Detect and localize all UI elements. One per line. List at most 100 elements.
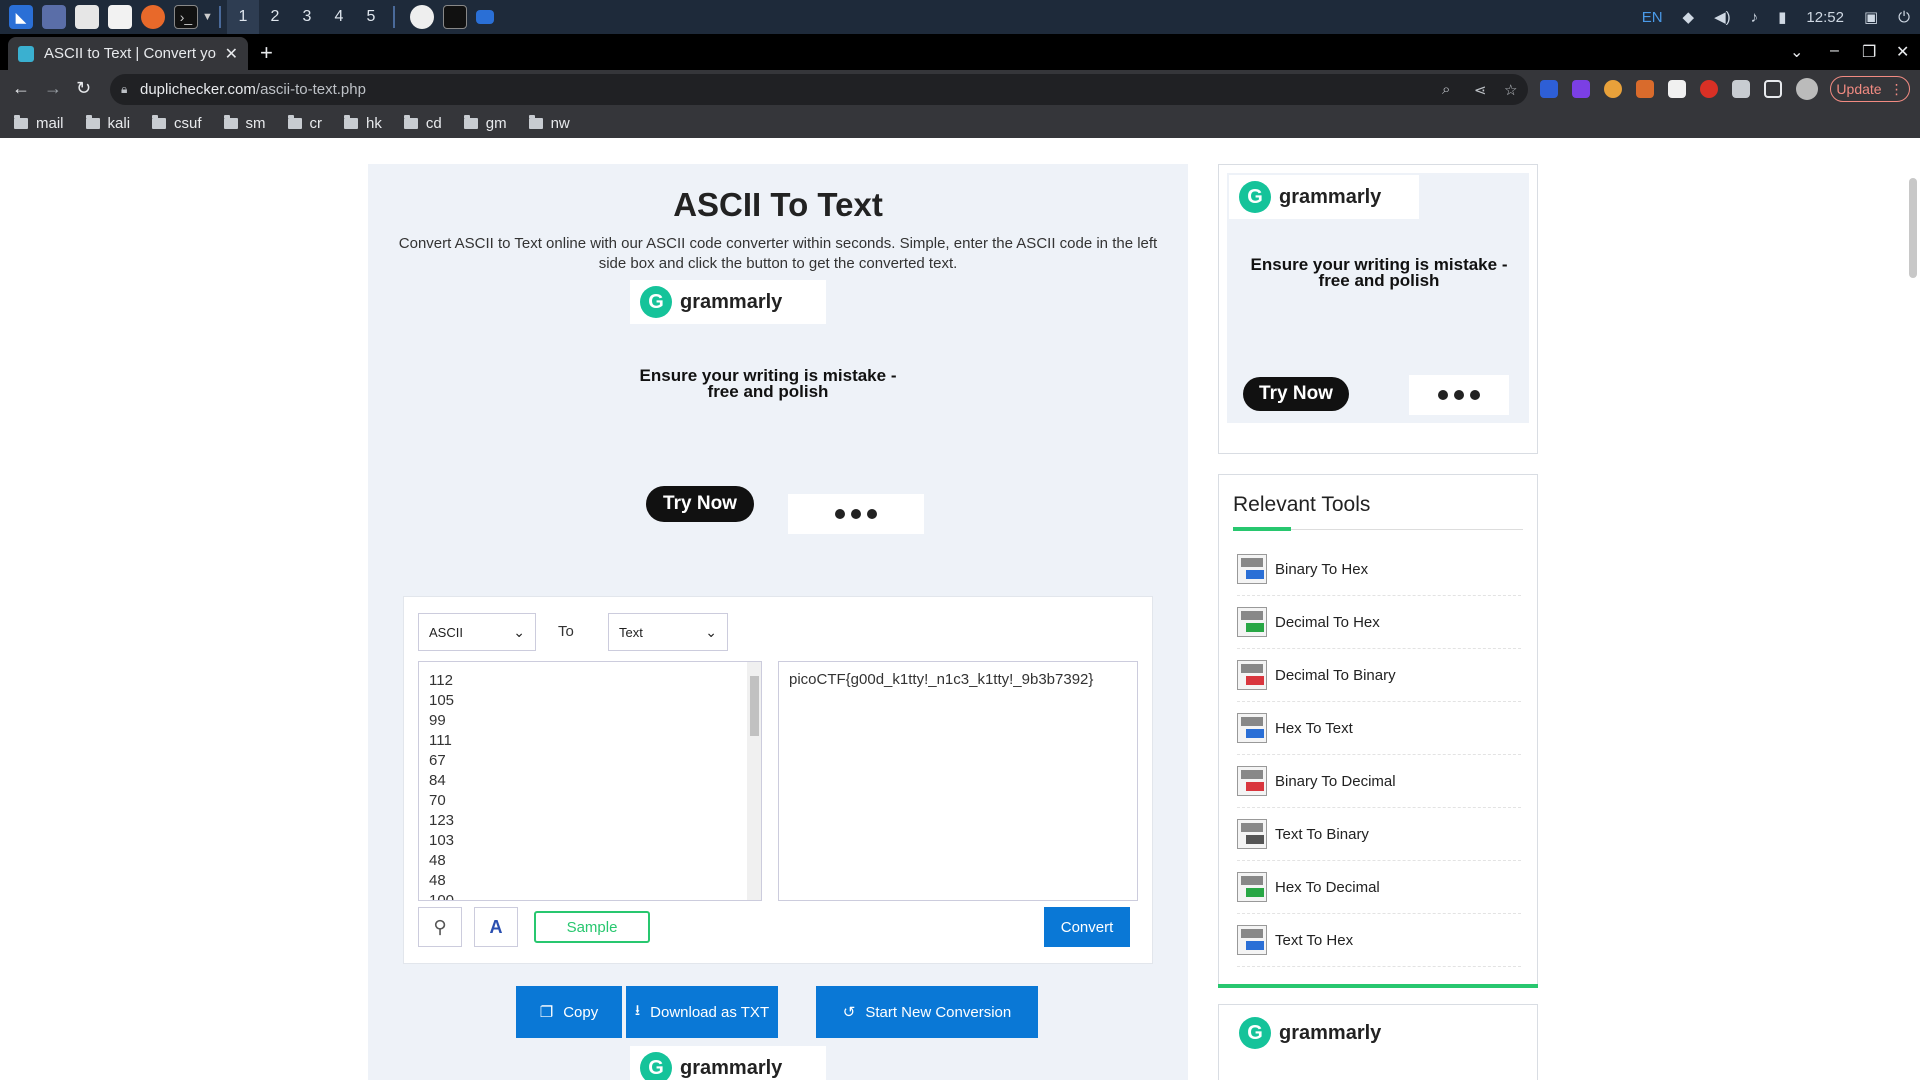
new-tab-button[interactable]: + [260, 40, 273, 66]
address-bar[interactable]: 🔒︎ duplichecker.com/ascii-to-text.php ⌕ … [110, 74, 1528, 105]
close-tab-icon[interactable]: ✕ [225, 44, 238, 64]
spellcheck-button[interactable]: A [474, 907, 518, 947]
maximize-icon[interactable]: ❐ [1862, 42, 1876, 62]
bookmark-folder[interactable]: nw [528, 114, 570, 132]
back-icon[interactable]: ← [12, 78, 30, 99]
tool-link[interactable]: Decimal To Binary [1237, 649, 1521, 702]
ad-header[interactable]: G grammarly [1229, 1011, 1425, 1055]
forward-icon[interactable]: → [44, 78, 62, 99]
bookmark-folder[interactable]: hk [344, 114, 382, 132]
bookmark-folder[interactable]: mail [14, 114, 64, 132]
ascii-input-lines: 112 105 99 111 67 84 70 123 103 48 48 100 [419, 662, 761, 900]
terminal-icon[interactable]: ›_ [174, 5, 198, 29]
extension-icon[interactable] [1540, 80, 1558, 98]
convert-button[interactable]: Convert [1044, 907, 1130, 947]
close-window-icon[interactable]: ✕ [1896, 42, 1909, 62]
firefox-icon[interactable] [141, 5, 165, 29]
tab-search-icon[interactable]: ⌄ [1790, 42, 1803, 62]
copy-button[interactable]: ❐ Copy [516, 986, 622, 1038]
app-window-icon[interactable] [475, 10, 494, 24]
lock-icon[interactable]: ▣ [1864, 8, 1878, 26]
bookmark-folder[interactable]: gm [463, 114, 507, 132]
spellcheck-icon: A [489, 916, 503, 937]
desktop-icon[interactable] [42, 5, 66, 29]
os-taskbar: ◣ ›_ ▼ 1 2 3 4 5 EN ◆ ◀) ♪ ▮ 12:52 ▣ ⏻ [0, 0, 1920, 34]
extension-icon[interactable] [1604, 80, 1622, 98]
tab-active[interactable]: ASCII to Text | Convert you ✕ [8, 37, 248, 70]
try-now-button[interactable]: Try Now [646, 486, 754, 522]
ad-brand: G grammarly [640, 1052, 782, 1080]
to-format-select[interactable]: Text ⌄ [608, 613, 728, 651]
extension-icon[interactable] [1668, 80, 1686, 98]
adblock-icon[interactable] [1700, 80, 1718, 98]
extension-icon[interactable] [1572, 80, 1590, 98]
bookmark-label: cr [309, 114, 323, 132]
workspace-4[interactable]: 4 [323, 8, 355, 26]
input-scrollbar[interactable] [747, 662, 761, 900]
relevant-tools-panel: Relevant Tools Binary To Hex Decimal To H… [1218, 474, 1538, 988]
scrollbar-thumb[interactable] [1909, 178, 1917, 278]
chrome-window-icon[interactable] [409, 5, 434, 29]
file-manager-icon[interactable] [75, 5, 99, 29]
tool-link[interactable]: Hex To Decimal [1237, 861, 1521, 914]
page-scrollbar[interactable] [1906, 138, 1920, 1080]
terminal-window-icon[interactable] [442, 5, 467, 29]
workspace-5[interactable]: 5 [355, 8, 387, 26]
bell-icon[interactable]: ♪ [1751, 9, 1759, 26]
bookmark-folder[interactable]: kali [85, 114, 130, 132]
bookmark-folder[interactable]: sm [223, 114, 266, 132]
clock[interactable]: 12:52 [1806, 9, 1844, 26]
from-format-select[interactable]: ASCII ⌄ [418, 613, 536, 651]
start-new-conversion-button[interactable]: ↺ Start New Conversion [816, 986, 1038, 1038]
side-panel-icon[interactable] [1764, 80, 1782, 98]
ad-more-icon[interactable] [788, 494, 924, 534]
grammarly-logo-icon: G [640, 286, 672, 318]
tool-link[interactable]: Hex To Text [1237, 702, 1521, 755]
scrollbar-thumb[interactable] [750, 676, 759, 736]
tool-link[interactable]: Text To Hex [1237, 914, 1521, 967]
text-output[interactable]: picoCTF{g00d_k1tty!_n1c3_k1tty!_9b3b7392… [778, 661, 1138, 901]
sidebar-ad[interactable]: G grammarly [1218, 1004, 1538, 1080]
bookmark-folder[interactable]: csuf [152, 114, 202, 132]
tab-title: ASCII to Text | Convert you [44, 45, 217, 62]
volume-icon[interactable]: ◀) [1714, 8, 1731, 26]
tool-icon [1237, 713, 1267, 743]
share-icon[interactable]: ⋖ [1474, 81, 1487, 99]
tool-link[interactable]: Text To Binary [1237, 808, 1521, 861]
ad-header[interactable]: G grammarly [1229, 175, 1419, 219]
lock-icon[interactable]: 🔒︎ [121, 82, 127, 97]
text-editor-icon[interactable] [108, 5, 132, 29]
tool-link[interactable]: Binary To Hex [1237, 543, 1521, 596]
minimize-icon[interactable]: – [1830, 42, 1839, 60]
ascii-input[interactable]: 112 105 99 111 67 84 70 123 103 48 48 100 [418, 661, 762, 901]
browser-toolbar: ← → ↻ 🔒︎ duplichecker.com/ascii-to-text.… [0, 70, 1920, 108]
bookmark-star-icon[interactable]: ☆ [1504, 81, 1517, 99]
sample-button[interactable]: Sample [534, 911, 650, 943]
kali-menu-icon[interactable]: ◣ [9, 5, 33, 29]
ad-more-icon[interactable] [1409, 375, 1509, 415]
bookmark-folder[interactable]: cr [287, 114, 323, 132]
power-icon[interactable]: ⏻ [1898, 9, 1910, 26]
try-now-button[interactable]: Try Now [1243, 377, 1349, 411]
workspace-1[interactable]: 1 [226, 0, 259, 34]
tool-link[interactable]: Decimal To Hex [1237, 596, 1521, 649]
download-txt-button[interactable]: ⭳ Download as TXT [626, 986, 778, 1038]
chevron-down-icon[interactable]: ▼ [202, 11, 213, 23]
workspace-2[interactable]: 2 [259, 8, 291, 26]
puzzle-icon[interactable] [1732, 80, 1750, 98]
reload-icon[interactable]: ↻ [76, 78, 91, 99]
avatar[interactable] [1796, 78, 1818, 100]
attach-file-button[interactable]: ⚲ [418, 907, 462, 947]
update-button[interactable]: Update ⋮ [1830, 76, 1910, 102]
ad-header[interactable]: G grammarly [630, 280, 826, 324]
wifi-icon[interactable]: ◆ [1683, 8, 1695, 26]
search-icon[interactable]: ⌕ [1442, 81, 1450, 98]
battery-icon[interactable]: ▮ [1778, 8, 1786, 26]
language-indicator[interactable]: EN [1642, 9, 1663, 26]
extension-icon[interactable] [1636, 80, 1654, 98]
sidebar-ad[interactable]: G grammarly Ensure your writing is mista… [1218, 164, 1538, 454]
workspace-3[interactable]: 3 [291, 8, 323, 26]
tool-link[interactable]: Binary To Decimal [1237, 755, 1521, 808]
bookmark-folder[interactable]: cd [403, 114, 442, 132]
ad-header[interactable]: G grammarly [630, 1046, 826, 1080]
